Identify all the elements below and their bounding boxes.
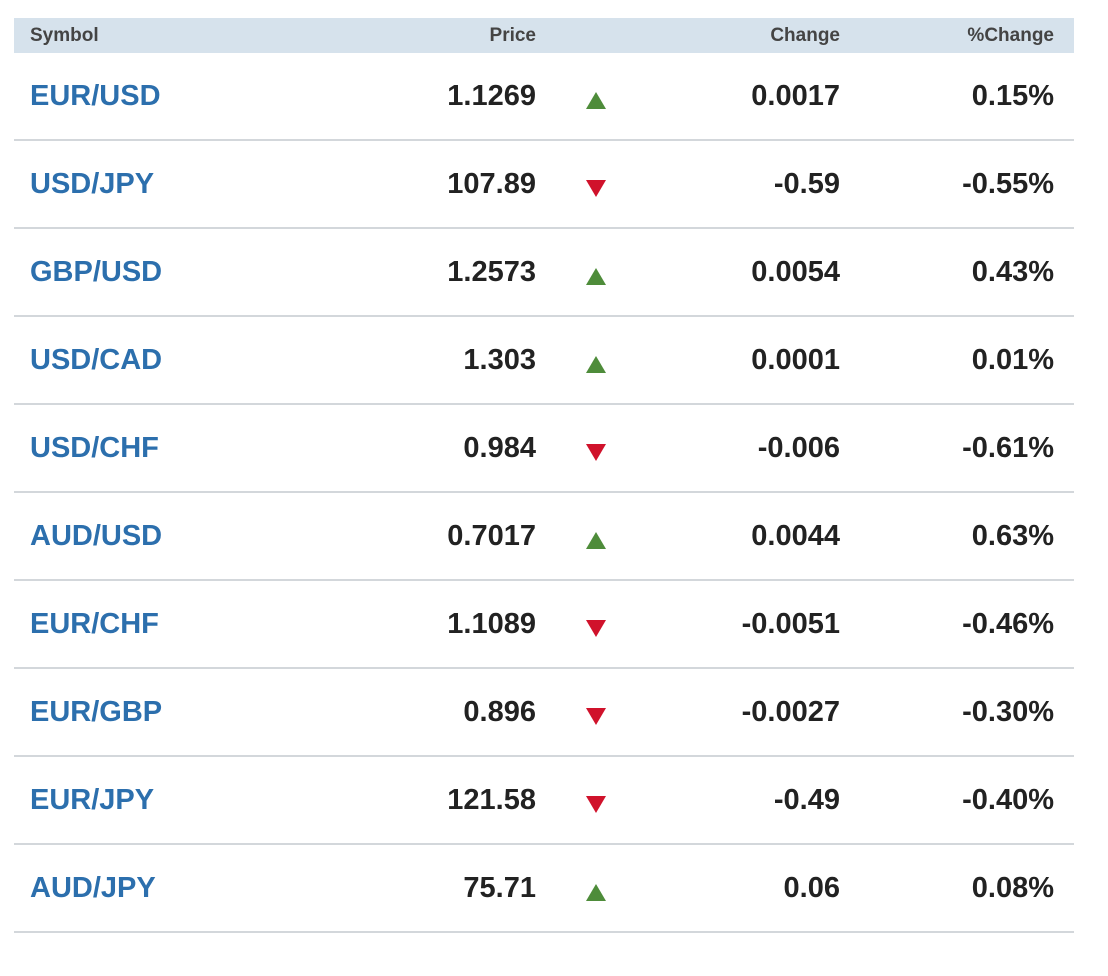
change-value: 0.06 — [783, 871, 840, 904]
symbol-link[interactable]: EUR/USD — [30, 80, 161, 112]
price-value: 0.896 — [463, 695, 536, 728]
symbol-link[interactable]: GBP/USD — [30, 256, 162, 288]
arrow-up-icon — [586, 883, 606, 901]
column-header-symbol[interactable]: Symbol — [14, 25, 274, 47]
symbol-link[interactable]: EUR/CHF — [30, 608, 159, 640]
price-value: 1.2573 — [447, 255, 536, 288]
price-value: 0.7017 — [447, 519, 536, 552]
change-value: -0.59 — [773, 167, 840, 200]
change-value: -0.0051 — [741, 607, 840, 640]
change-value: 0.0044 — [751, 519, 840, 552]
symbol-link[interactable]: USD/CAD — [30, 344, 162, 376]
pct-change-value: -0.61% — [962, 431, 1054, 464]
pct-change-value: 0.15% — [971, 79, 1054, 112]
table-row: USD/CAD 1.303 0.0001 0.01% — [14, 317, 1074, 405]
symbol-link[interactable]: AUD/USD — [30, 520, 162, 552]
arrow-up-icon — [586, 355, 606, 373]
price-value: 0.984 — [463, 431, 536, 464]
change-value: 0.0017 — [751, 79, 840, 112]
table-row: EUR/CHF 1.1089 -0.0051 -0.46% — [14, 581, 1074, 669]
symbol-link[interactable]: EUR/GBP — [30, 696, 162, 728]
pct-change-value: 0.63% — [971, 519, 1054, 552]
price-value: 1.1269 — [447, 79, 536, 112]
column-header-price[interactable]: Price — [274, 25, 536, 47]
pct-change-value: 0.01% — [971, 343, 1054, 376]
price-value: 121.58 — [447, 783, 536, 816]
arrow-down-icon — [586, 179, 606, 197]
arrow-up-icon — [586, 91, 606, 109]
change-value: 0.0054 — [751, 255, 840, 288]
pct-change-value: 0.08% — [971, 871, 1054, 904]
arrow-up-icon — [586, 267, 606, 285]
symbol-link[interactable]: USD/CHF — [30, 432, 159, 464]
column-header-pct-change[interactable]: %Change — [840, 25, 1054, 47]
table-row: EUR/USD 1.1269 0.0017 0.15% — [14, 53, 1074, 141]
price-value: 1.1089 — [447, 607, 536, 640]
change-value: -0.006 — [757, 431, 840, 464]
table-row: EUR/GBP 0.896 -0.0027 -0.30% — [14, 669, 1074, 757]
table-row: USD/CHF 0.984 -0.006 -0.61% — [14, 405, 1074, 493]
arrow-down-icon — [586, 443, 606, 461]
pct-change-value: -0.40% — [962, 783, 1054, 816]
change-value: -0.49 — [773, 783, 840, 816]
price-value: 107.89 — [447, 167, 536, 200]
currency-quotes-table: Symbol Price Change %Change EUR/USD 1.12… — [14, 18, 1074, 933]
column-header-change[interactable]: Change — [656, 25, 840, 47]
arrow-down-icon — [586, 619, 606, 637]
table-row: EUR/JPY 121.58 -0.49 -0.40% — [14, 757, 1074, 845]
table-row: USD/JPY 107.89 -0.59 -0.55% — [14, 141, 1074, 229]
arrow-up-icon — [586, 531, 606, 549]
change-value: 0.0001 — [751, 343, 840, 376]
arrow-down-icon — [586, 795, 606, 813]
symbol-link[interactable]: USD/JPY — [30, 168, 154, 200]
symbol-link[interactable]: AUD/JPY — [30, 872, 156, 904]
table-row: GBP/USD 1.2573 0.0054 0.43% — [14, 229, 1074, 317]
price-value: 1.303 — [463, 343, 536, 376]
table-row: AUD/USD 0.7017 0.0044 0.63% — [14, 493, 1074, 581]
pct-change-value: 0.43% — [971, 255, 1054, 288]
symbol-link[interactable]: EUR/JPY — [30, 784, 154, 816]
pct-change-value: -0.55% — [962, 167, 1054, 200]
table-row: AUD/JPY 75.71 0.06 0.08% — [14, 845, 1074, 933]
table-header: Symbol Price Change %Change — [14, 18, 1074, 53]
pct-change-value: -0.46% — [962, 607, 1054, 640]
change-value: -0.0027 — [741, 695, 840, 728]
pct-change-value: -0.30% — [962, 695, 1054, 728]
arrow-down-icon — [586, 707, 606, 725]
price-value: 75.71 — [463, 871, 536, 904]
